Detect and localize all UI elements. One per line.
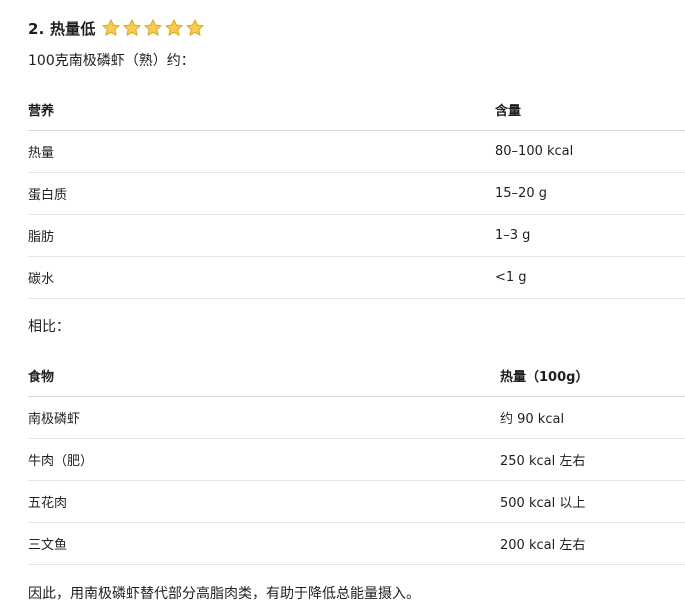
table-row: 碳水 <1 g — [28, 256, 685, 299]
intro-text: 100克南极磷虾（熟）约： — [28, 53, 195, 69]
star-icon — [143, 19, 162, 36]
star-icon — [101, 19, 120, 36]
table-cell: 热量 — [28, 130, 495, 173]
table-cell: 五花肉 — [28, 480, 500, 523]
table-cell: 200 kcal 左右 — [500, 522, 685, 565]
column-header: 食物 — [28, 355, 500, 397]
table-cell: 1–3 g — [495, 214, 685, 257]
column-header: 含量 — [495, 89, 685, 131]
nutrition-table: 营养 含量 热量 80–100 kcal 蛋白质 15–20 g 脂肪 1–3 … — [28, 89, 685, 299]
table-cell: 250 kcal 左右 — [500, 438, 685, 481]
table-row: 热量 80–100 kcal — [28, 130, 685, 173]
table-row: 三文鱼 200 kcal 左右 — [28, 522, 685, 565]
table-cell: 80–100 kcal — [495, 130, 685, 173]
star-icon — [185, 19, 204, 36]
table-cell: <1 g — [495, 256, 685, 299]
star-rating — [101, 18, 205, 38]
heading-title: 2. 热量低 — [28, 19, 96, 38]
section-heading: 2. 热量低 — [28, 16, 205, 40]
table-cell: 碳水 — [28, 256, 495, 299]
comparison-table: 食物 热量（100g） 南极磷虾 约 90 kcal 牛肉（肥） 250 kca… — [28, 355, 685, 565]
table-row: 五花肉 500 kcal 以上 — [28, 480, 685, 523]
table-cell: 牛肉（肥） — [28, 438, 500, 481]
table-row: 蛋白质 15–20 g — [28, 172, 685, 215]
table-cell: 南极磷虾 — [28, 396, 500, 439]
column-header: 营养 — [28, 89, 495, 131]
table-header-row: 食物 热量（100g） — [28, 355, 685, 397]
table-row: 脂肪 1–3 g — [28, 214, 685, 257]
conclusion-text: 因此，用南极磷虾替代部分高脂肉类，有助于降低总能量摄入。 — [28, 586, 420, 602]
table-cell: 蛋白质 — [28, 172, 495, 215]
column-header: 热量（100g） — [500, 355, 685, 397]
star-icon — [122, 19, 141, 36]
table-row: 南极磷虾 约 90 kcal — [28, 396, 685, 439]
star-icon — [164, 19, 183, 36]
table-cell: 500 kcal 以上 — [500, 480, 685, 523]
table-cell: 约 90 kcal — [500, 396, 685, 439]
table-header-row: 营养 含量 — [28, 89, 685, 131]
compare-label: 相比： — [28, 319, 70, 335]
table-row: 牛肉（肥） 250 kcal 左右 — [28, 438, 685, 481]
table-cell: 脂肪 — [28, 214, 495, 257]
table-cell: 三文鱼 — [28, 522, 500, 565]
table-cell: 15–20 g — [495, 172, 685, 215]
